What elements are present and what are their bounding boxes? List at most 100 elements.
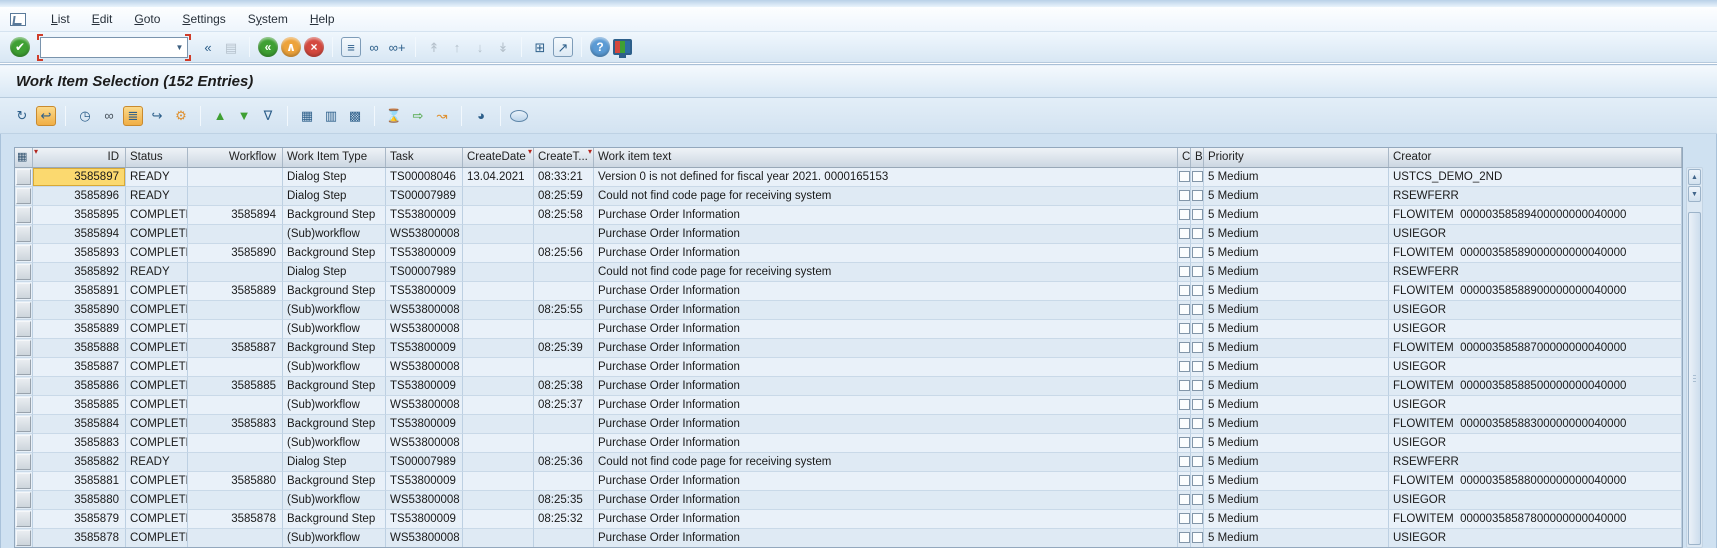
cell-text[interactable]: Could not find code page for receiving s… — [594, 263, 1178, 282]
cell-creator[interactable]: FLOWITEM 00000358588300000000040000 — [1389, 415, 1682, 434]
cell-id[interactable]: 3585892 — [33, 263, 126, 282]
checkbox-co[interactable] — [1179, 247, 1190, 258]
checkbox-ba[interactable] — [1192, 456, 1203, 467]
cell-text[interactable]: Purchase Order Information — [594, 491, 1178, 510]
cell-status[interactable]: COMPLETED — [126, 206, 188, 225]
customize-layout-icon[interactable] — [613, 39, 632, 55]
cell-priority[interactable]: 5 Medium — [1204, 244, 1389, 263]
cell-priority[interactable]: 5 Medium — [1204, 491, 1389, 510]
cell-time[interactable] — [534, 434, 594, 453]
cell-date[interactable] — [463, 529, 534, 547]
cell-creator[interactable]: FLOWITEM 00000358589400000000040000 — [1389, 206, 1682, 225]
cell-creator[interactable]: USIEGOR — [1389, 491, 1682, 510]
cell-date[interactable] — [463, 415, 534, 434]
cell-id[interactable]: 3585878 — [33, 529, 126, 547]
cell-time[interactable] — [534, 529, 594, 547]
row-select-button[interactable] — [16, 226, 31, 242]
checkbox-co[interactable] — [1179, 513, 1190, 524]
cell-id[interactable]: 3585880 — [33, 491, 126, 510]
cell-text[interactable]: Purchase Order Information — [594, 510, 1178, 529]
column-header-workflow[interactable]: Workflow — [188, 148, 283, 167]
row-select-button[interactable] — [16, 245, 31, 261]
cell-status[interactable]: COMPLETED — [126, 301, 188, 320]
row-select-button[interactable] — [16, 416, 31, 432]
cell-task[interactable]: TS00007989 — [386, 453, 463, 472]
cell-id[interactable]: 3585887 — [33, 358, 126, 377]
restore-icon[interactable]: ↩ — [36, 106, 56, 126]
execute-workitem-icon[interactable]: ◷ — [75, 106, 95, 126]
cell-id[interactable]: 3585897 — [33, 168, 126, 187]
cell-id[interactable]: 3585888 — [33, 339, 126, 358]
select-all-icon[interactable]: ▦ — [17, 151, 27, 163]
cell-priority[interactable]: 5 Medium — [1204, 225, 1389, 244]
print-icon[interactable]: ≡ — [341, 37, 361, 57]
menu-icon[interactable] — [10, 13, 26, 26]
checkbox-co[interactable] — [1179, 456, 1190, 467]
menu-edit[interactable]: Edit — [81, 7, 124, 32]
cell-priority[interactable]: 5 Medium — [1204, 510, 1389, 529]
cell-task[interactable]: WS53800008 — [386, 320, 463, 339]
technical-details-icon[interactable]: ↪ — [147, 106, 167, 126]
cell-workflow[interactable] — [188, 529, 283, 547]
checkbox-ba[interactable] — [1192, 342, 1203, 353]
cell-task[interactable]: WS53800008 — [386, 434, 463, 453]
row-select-button[interactable] — [16, 207, 31, 223]
checkbox-co[interactable] — [1179, 228, 1190, 239]
cell-status[interactable]: READY — [126, 453, 188, 472]
cell-time[interactable] — [534, 415, 594, 434]
cell-date[interactable] — [463, 339, 534, 358]
save-layout-icon[interactable]: ▩ — [345, 106, 365, 126]
scroll-down-button[interactable]: ▼ — [1688, 186, 1701, 202]
cell-date[interactable] — [463, 358, 534, 377]
cell-task[interactable]: WS53800008 — [386, 529, 463, 547]
sort-ascending-icon[interactable]: ▲ — [210, 106, 230, 126]
row-select-button[interactable] — [16, 340, 31, 356]
column-header-type[interactable]: Work Item Type — [283, 148, 386, 167]
cell-workflow[interactable] — [188, 168, 283, 187]
deadline-monitor-icon[interactable]: ⌛ — [384, 106, 404, 126]
checkbox-co[interactable] — [1179, 171, 1190, 182]
cell-id[interactable]: 3585896 — [33, 187, 126, 206]
cell-task[interactable]: TS53800009 — [386, 377, 463, 396]
cell-type[interactable]: (Sub)workflow — [283, 320, 386, 339]
cell-time[interactable]: 08:25:32 — [534, 510, 594, 529]
cell-time[interactable]: 08:25:58 — [534, 206, 594, 225]
cell-creator[interactable]: USTCS_DEMO_2ND — [1389, 168, 1682, 187]
row-select-button[interactable] — [16, 530, 31, 546]
checkbox-ba[interactable] — [1192, 361, 1203, 372]
cell-task[interactable]: TS53800009 — [386, 472, 463, 491]
cell-priority[interactable]: 5 Medium — [1204, 187, 1389, 206]
cell-status[interactable]: COMPLETED — [126, 472, 188, 491]
cell-workflow[interactable] — [188, 320, 283, 339]
cell-task[interactable]: TS53800009 — [386, 415, 463, 434]
cell-id[interactable]: 3585883 — [33, 434, 126, 453]
row-select-button[interactable] — [16, 435, 31, 451]
cell-priority[interactable]: 5 Medium — [1204, 434, 1389, 453]
cell-date[interactable] — [463, 491, 534, 510]
cell-workflow[interactable] — [188, 263, 283, 282]
cell-type[interactable]: Background Step — [283, 472, 386, 491]
cell-priority[interactable]: 5 Medium — [1204, 415, 1389, 434]
cell-date[interactable] — [463, 377, 534, 396]
cell-time[interactable]: 08:25:55 — [534, 301, 594, 320]
cell-task[interactable]: TS53800009 — [386, 282, 463, 301]
cell-type[interactable]: Dialog Step — [283, 168, 386, 187]
cell-task[interactable]: TS53800009 — [386, 339, 463, 358]
cell-workflow[interactable]: 3585890 — [188, 244, 283, 263]
cell-creator[interactable]: FLOWITEM 00000358588000000000040000 — [1389, 472, 1682, 491]
column-header-priority[interactable]: Priority — [1204, 148, 1389, 167]
cell-date[interactable] — [463, 434, 534, 453]
cell-creator[interactable]: USIEGOR — [1389, 396, 1682, 415]
menu-system[interactable]: System — [237, 7, 299, 32]
enter-icon[interactable]: ✔ — [10, 37, 30, 57]
cell-creator[interactable]: USIEGOR — [1389, 358, 1682, 377]
scrollbar-track[interactable] — [1687, 202, 1702, 547]
cell-type[interactable]: (Sub)workflow — [283, 358, 386, 377]
cell-creator[interactable]: RSEWFERR — [1389, 453, 1682, 472]
cell-type[interactable]: (Sub)workflow — [283, 396, 386, 415]
create-shortcut-icon[interactable]: ↗ — [553, 37, 573, 57]
cell-text[interactable]: Purchase Order Information — [594, 396, 1178, 415]
cell-priority[interactable]: 5 Medium — [1204, 529, 1389, 547]
checkbox-ba[interactable] — [1192, 494, 1203, 505]
cell-status[interactable]: COMPLETED — [126, 491, 188, 510]
